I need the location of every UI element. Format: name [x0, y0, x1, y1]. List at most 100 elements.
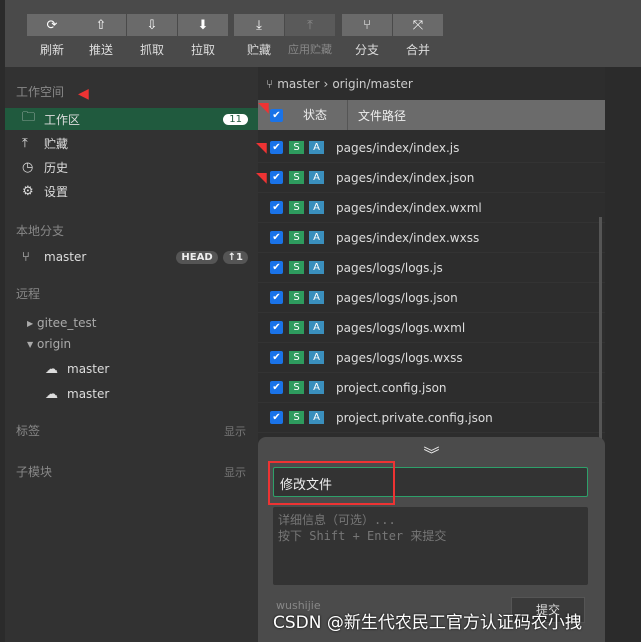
- staged-badge: S: [289, 351, 304, 364]
- added-badge: A: [309, 411, 324, 424]
- added-badge: A: [309, 351, 324, 364]
- remote-origin[interactable]: ▼ origin: [5, 333, 258, 355]
- refresh-icon: ⟳: [27, 14, 77, 36]
- file-path: pages/logs/logs.wxml: [336, 320, 466, 335]
- submodules-heading: 子模块: [16, 465, 53, 479]
- file-path: pages/logs/logs.wxss: [336, 350, 463, 365]
- added-badge: A: [309, 171, 324, 184]
- changes-count-badge: 11: [223, 113, 248, 125]
- local-branches-heading: 本地分支: [16, 224, 65, 238]
- added-badge: A: [309, 261, 324, 274]
- file-path: pages/logs/logs.json: [336, 290, 458, 305]
- branch-icon: ⑂: [22, 249, 30, 265]
- file-checkbox[interactable]: ✔: [270, 411, 283, 424]
- apply-stash-icon: ⤒: [285, 14, 335, 36]
- file-row[interactable]: ✔ S Apages/logs/logs.wxss: [258, 343, 605, 373]
- file-checkbox[interactable]: ✔: [270, 291, 283, 304]
- file-checkbox[interactable]: ✔: [270, 321, 283, 334]
- sidebar-item-settings[interactable]: ⚙ 设置: [5, 180, 258, 202]
- file-path: pages/index/index.js: [336, 140, 460, 155]
- file-row[interactable]: ✔ S Aproject.private.config.json: [258, 403, 605, 433]
- fetch-button[interactable]: ⇩ 抓取: [127, 14, 177, 58]
- file-checkbox[interactable]: ✔: [270, 201, 283, 214]
- cloud-icon: ☁: [45, 361, 58, 377]
- staged-badge: S: [289, 231, 304, 244]
- file-checkbox[interactable]: ✔: [270, 231, 283, 244]
- file-checkbox[interactable]: ✔: [270, 381, 283, 394]
- toolbar: ⟳ 刷新 ⇧ 推送 ⇩ 抓取 ⬇ 拉取 ⤓ 贮藏 ⤒ 应用贮藏 ⑂ 分支 ⤧ 合并: [5, 0, 641, 67]
- added-badge: A: [309, 381, 324, 394]
- branch-icon: ⑂: [342, 14, 392, 36]
- sidebar-item-history[interactable]: ◷ 历史: [5, 156, 258, 178]
- tags-show-link[interactable]: 显示: [224, 423, 246, 439]
- file-row[interactable]: ✔ S Apages/logs/logs.json: [258, 283, 605, 313]
- watermark: CSDN @新生代农民工官方认证码农小拽: [273, 613, 582, 633]
- annotation-arrow: ◥: [256, 170, 267, 186]
- remote-gitee-test[interactable]: ▶ gitee_test: [5, 312, 258, 334]
- refresh-button[interactable]: ⟳ 刷新: [27, 14, 77, 58]
- tags-heading: 标签: [16, 424, 41, 438]
- sidebar: 工作空间 🗀 工作区 11 ⤒ 贮藏 ◷ 历史 ⚙ 设置 本地分支 ⑂ master HEA…: [5, 67, 258, 642]
- workspace-heading: 工作空间: [16, 85, 65, 99]
- annotation-arrow: ◥: [258, 100, 269, 116]
- staged-badge: S: [289, 381, 304, 394]
- staged-badge: S: [289, 291, 304, 304]
- chevron-right-icon: ›: [323, 76, 329, 91]
- merge-icon: ⤧: [393, 14, 443, 36]
- file-path: pages/index/index.json: [336, 170, 475, 185]
- caret-right-icon: ▶: [27, 318, 34, 328]
- gear-icon: ⚙: [22, 183, 34, 199]
- file-path: project.config.json: [336, 380, 447, 395]
- branch-button[interactable]: ⑂ 分支: [342, 14, 392, 58]
- push-icon: ⇧: [76, 14, 126, 36]
- stash-icon: ⤒: [22, 135, 28, 151]
- file-row[interactable]: ✔ S Aproject.config.json: [258, 373, 605, 403]
- submodules-show-link[interactable]: 显示: [224, 464, 246, 480]
- pull-icon: ⬇: [178, 14, 228, 36]
- file-row[interactable]: ✔ S Apages/logs/logs.wxml: [258, 313, 605, 343]
- added-badge: A: [309, 321, 324, 334]
- table-header: ✔ 状态 文件路径: [258, 100, 605, 130]
- file-path: pages/logs/logs.js: [336, 260, 443, 275]
- apply-stash-button[interactable]: ⤒ 应用贮藏: [285, 14, 335, 58]
- file-checkbox[interactable]: ✔: [270, 351, 283, 364]
- added-badge: A: [309, 291, 324, 304]
- file-row[interactable]: ✔ S Apages/index/index.wxss: [258, 223, 605, 253]
- select-all-checkbox[interactable]: ✔: [270, 108, 283, 122]
- file-checkbox[interactable]: ✔: [270, 171, 283, 184]
- annotation-arrow: ◥: [256, 140, 267, 156]
- sidebar-item-stash[interactable]: ⤒ 贮藏: [5, 132, 258, 154]
- file-row[interactable]: ✔ S Apages/index/index.json: [258, 163, 605, 193]
- commit-description-input[interactable]: 详细信息（可选）... 按下 Shift + Enter 来提交: [273, 507, 588, 585]
- remote-branch-master[interactable]: ☁ master: [5, 383, 258, 405]
- annotation-highlight: [268, 461, 395, 505]
- folder-icon: 🗀: [22, 110, 36, 125]
- file-path: pages/index/index.wxml: [336, 200, 482, 215]
- staged-badge: S: [289, 261, 304, 274]
- annotation-arrow: ◀: [78, 86, 89, 102]
- file-row[interactable]: ✔ S Apages/logs/logs.js: [258, 253, 605, 283]
- file-checkbox[interactable]: ✔: [270, 261, 283, 274]
- staged-badge: S: [289, 171, 304, 184]
- stash-button[interactable]: ⤓ 贮藏: [234, 14, 284, 58]
- push-button[interactable]: ⇧ 推送: [76, 14, 126, 58]
- sidebar-item-workspace[interactable]: 🗀 工作区 11: [5, 108, 258, 130]
- file-path: pages/index/index.wxss: [336, 230, 480, 245]
- file-checkbox[interactable]: ✔: [270, 141, 283, 154]
- pull-button[interactable]: ⬇ 拉取: [178, 14, 228, 58]
- stash-icon: ⤓: [234, 14, 284, 36]
- caret-down-icon: ▼: [27, 339, 34, 349]
- merge-button[interactable]: ⤧ 合并: [393, 14, 443, 58]
- file-row[interactable]: ✔ S Apages/index/index.js: [258, 133, 605, 163]
- local-branch-master[interactable]: ⑂ master HEAD ↑1: [5, 246, 258, 268]
- added-badge: A: [309, 201, 324, 214]
- added-badge: A: [309, 141, 324, 154]
- remote-heading: 远程: [16, 287, 41, 301]
- cloud-icon: ☁: [45, 386, 58, 402]
- file-row[interactable]: ✔ S Apages/index/index.wxml: [258, 193, 605, 223]
- remote-branch-master[interactable]: ☁ master: [5, 358, 258, 380]
- staged-badge: S: [289, 411, 304, 424]
- added-badge: A: [309, 231, 324, 244]
- ahead-badge: ↑1: [222, 250, 248, 264]
- staged-badge: S: [289, 141, 304, 154]
